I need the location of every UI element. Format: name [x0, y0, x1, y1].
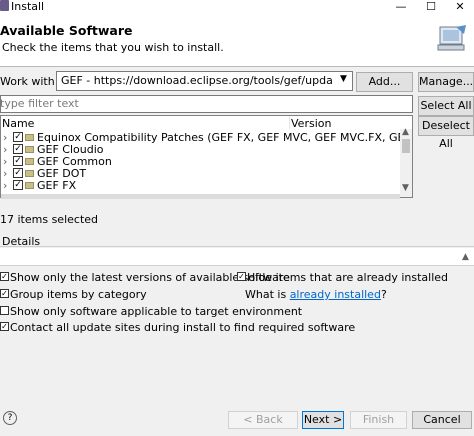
row-checkbox[interactable]: ✓ [13, 144, 23, 154]
hide-installed-checkbox[interactable]: ✓ [237, 272, 246, 281]
target-environment-label[interactable]: Show only software applicable to target … [10, 305, 302, 318]
feature-icon [25, 158, 34, 165]
row-checkbox[interactable]: ✓ [13, 132, 23, 142]
window-title: Install [11, 0, 45, 13]
install-wizard-icon [437, 25, 466, 51]
show-latest-checkbox[interactable]: ✓ [0, 272, 9, 281]
feature-icon [25, 134, 34, 141]
feature-icon [25, 182, 34, 189]
deselect-all-button[interactable]: Deselect All [418, 116, 474, 150]
tree-row[interactable]: › ✓ GEF FX [1, 179, 400, 192]
minimize-button[interactable]: — [390, 0, 412, 14]
already-installed-question: What is already installed? [245, 288, 387, 301]
row-label: GEF FX [37, 179, 77, 192]
details-divider [0, 246, 474, 247]
manage-button[interactable]: Manage... [418, 72, 474, 92]
target-environment-checkbox[interactable] [0, 306, 9, 315]
row-checkbox[interactable]: ✓ [13, 168, 23, 178]
close-button[interactable]: ✕ [449, 0, 471, 14]
finish-button[interactable]: Finish [350, 411, 407, 429]
scroll-down-icon[interactable]: ▼ [402, 183, 409, 193]
select-all-button[interactable]: Select All [418, 96, 474, 116]
column-header-version[interactable]: Version [291, 117, 331, 130]
already-installed-prefix: What is [245, 288, 290, 301]
next-button[interactable]: Next > [302, 411, 344, 429]
scrollbar-thumb[interactable] [402, 139, 410, 153]
eclipse-app-icon [0, 0, 9, 11]
already-installed-link[interactable]: already installed [290, 288, 381, 301]
details-area[interactable] [0, 248, 474, 266]
page-description: Check the items that you wish to install… [2, 41, 224, 54]
group-by-category-label[interactable]: Group items by category [10, 288, 147, 301]
back-button[interactable]: < Back [228, 411, 298, 429]
work-with-value[interactable]: GEF - https://download.eclipse.org/tools… [61, 74, 333, 87]
column-divider [289, 116, 290, 129]
scroll-up-icon[interactable]: ▲ [402, 127, 409, 137]
scroll-up-icon[interactable]: ▲ [462, 252, 469, 262]
work-with-label: Work with: [0, 75, 59, 88]
contact-sites-checkbox[interactable]: ✓ [0, 322, 9, 331]
column-header-name[interactable]: Name [2, 117, 34, 130]
horizontal-scrollbar[interactable] [1, 194, 400, 199]
chevron-right-icon[interactable]: › [3, 179, 7, 192]
hide-installed-label[interactable]: Hide items that are already installed [247, 271, 448, 284]
maximize-button[interactable]: ☐ [420, 0, 442, 14]
filter-placeholder: type filter text [0, 97, 79, 110]
row-checkbox[interactable]: ✓ [13, 180, 23, 190]
row-checkbox[interactable]: ✓ [13, 156, 23, 166]
already-installed-suffix: ? [380, 288, 387, 301]
contact-sites-label[interactable]: Contact all update sites during install … [10, 321, 355, 334]
feature-icon [25, 170, 34, 177]
page-title: Available Software [0, 23, 133, 38]
add-button[interactable]: Add... [356, 72, 413, 92]
group-by-category-checkbox[interactable]: ✓ [0, 289, 9, 298]
chevron-down-icon[interactable]: ▼ [340, 74, 347, 84]
help-icon[interactable]: ? [3, 411, 17, 425]
items-selected-count: 17 items selected [0, 213, 99, 226]
cancel-button[interactable]: Cancel [412, 411, 472, 429]
feature-icon [25, 146, 34, 153]
